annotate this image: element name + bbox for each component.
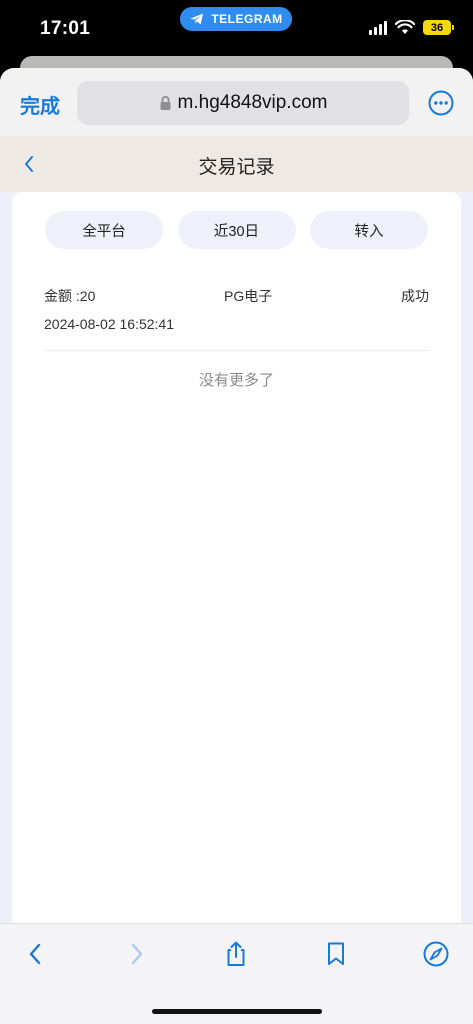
lock-icon <box>160 95 171 110</box>
page-title: 交易记录 <box>198 157 275 178</box>
telegram-label: TELEGRAM <box>211 12 283 26</box>
battery-level: 36 <box>430 21 444 34</box>
back-icon[interactable] <box>22 940 50 968</box>
record-platform: PG电子 <box>224 288 273 304</box>
battery-icon: 36 <box>423 20 454 35</box>
telegram-return-pill[interactable]: TELEGRAM <box>180 7 292 31</box>
status-time: 17:01 <box>40 18 91 39</box>
browser-sheet: 完成 m.hg4848vip.com 交易记录 全平台 近30日 转入 金额:… <box>0 68 473 1024</box>
bookmarks-icon[interactable] <box>322 940 350 968</box>
record-time: 2024-08-02 16:52:41 <box>44 316 174 332</box>
filter-bar: 全平台 近30日 转入 <box>45 211 428 249</box>
no-more-text: 没有更多了 <box>198 372 274 389</box>
home-indicator <box>152 1009 322 1014</box>
wifi-icon <box>395 20 415 34</box>
compass-icon[interactable] <box>422 940 450 968</box>
list-item[interactable]: 金额 :20 PG电子 成功 2024-08-02 16:52:41 <box>44 278 429 351</box>
telegram-icon <box>190 13 204 25</box>
filter-platform[interactable]: 全平台 <box>45 211 163 249</box>
status-icons: 36 <box>369 20 454 35</box>
url-bar[interactable]: m.hg4848vip.com <box>77 81 409 125</box>
app-nav-bar: 交易记录 <box>0 136 473 192</box>
signal-icon <box>369 20 387 35</box>
records-card: 全平台 近30日 转入 金额 :20 PG电子 成功 2024-08-02 16… <box>12 192 461 932</box>
done-button[interactable]: 完成 <box>20 90 60 119</box>
url-text: m.hg4848vip.com <box>177 92 328 113</box>
forward-icon[interactable] <box>122 940 150 968</box>
filter-type[interactable]: 转入 <box>310 211 428 249</box>
record-status: 成功 <box>401 288 429 304</box>
filter-date-range[interactable]: 近30日 <box>177 211 296 249</box>
record-amount: 金额 :20 <box>44 288 96 304</box>
more-icon[interactable] <box>428 90 454 116</box>
browser-header: 完成 m.hg4848vip.com <box>0 68 473 136</box>
share-icon[interactable] <box>222 940 250 968</box>
record-summary-row: 金额 :20 PG电子 成功 <box>44 286 429 306</box>
status-bar: 17:01 TELEGRAM 36 <box>0 0 473 58</box>
screen: 17:01 TELEGRAM 36 完成 m.hg4848vip.com 交易记… <box>0 0 473 1024</box>
